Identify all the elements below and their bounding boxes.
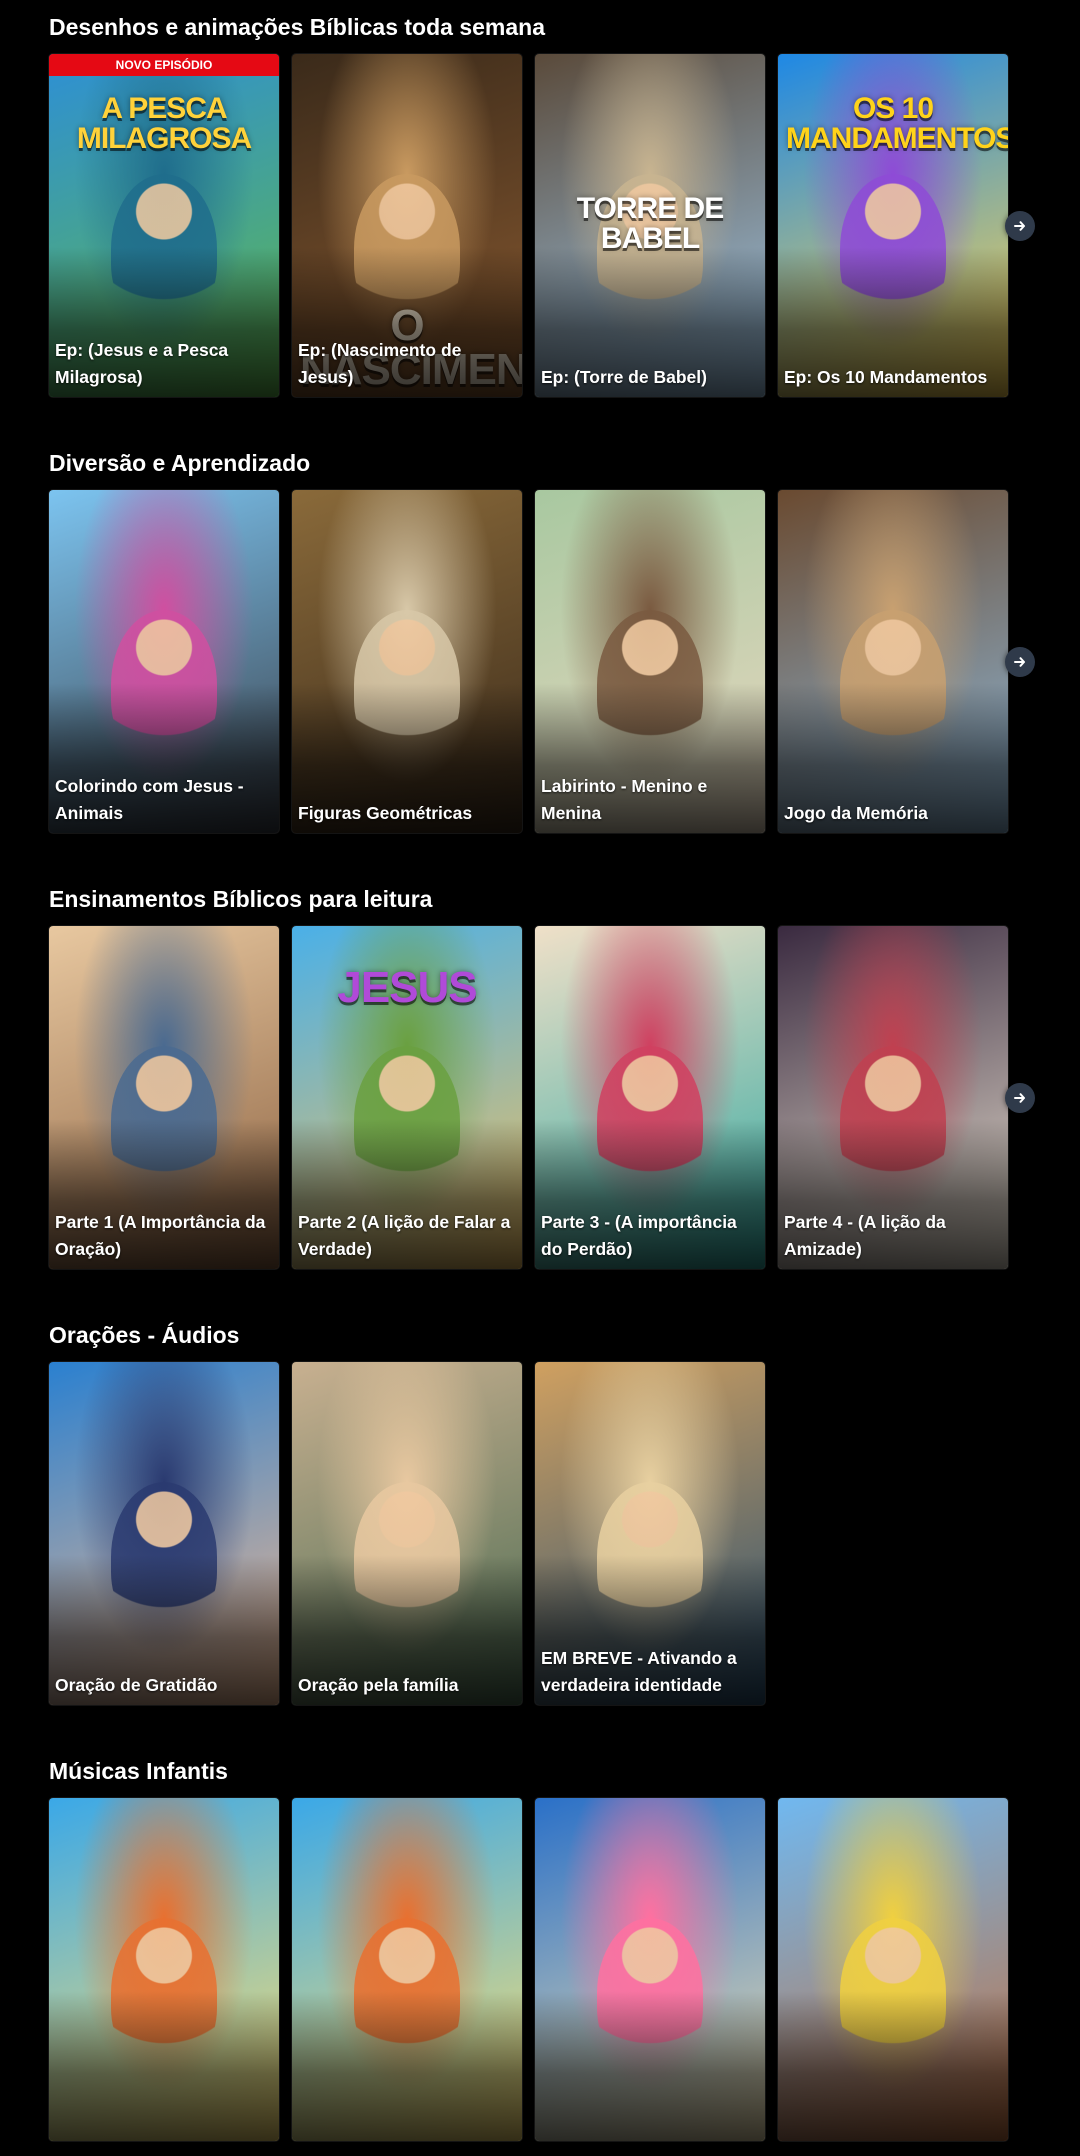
content-card[interactable]: Parte 3 - (A importância do Perdão) (535, 926, 765, 1269)
content-card[interactable]: EM BREVE - Ativando a verdadeira identid… (535, 1362, 765, 1705)
content-row-section: Ensinamentos Bíblicos para leitura Parte … (0, 884, 1080, 1284)
content-card[interactable]: Parte 1 (A Importância da Oração) (49, 926, 279, 1269)
arrow-right-icon (1014, 220, 1025, 231)
content-card[interactable]: Jogo da Memória (778, 490, 1008, 833)
carousel-next-button[interactable] (1005, 646, 1035, 677)
card-title: Ep: (Jesus e a Pesca Milagrosa) (55, 340, 229, 387)
content-card[interactable]: O NASCIMENTOEp: (Nascimento de Jesus) (292, 54, 522, 397)
content-card[interactable]: Parte 4 - (A lição da Amizade) (778, 926, 1008, 1269)
section-title: Ensinamentos Bíblicos para leitura (49, 886, 433, 912)
section-title: Desenhos e animações Bíblicas toda seman… (49, 14, 545, 40)
content-card[interactable]: JESUS Parte 2 (A lição de Falar a Verdade… (292, 926, 522, 1269)
content-row-section: Desenhos e animações Bíblicas toda seman… (0, 12, 1080, 412)
card-carousel: Oração de Gratidão Oração pela família EM … (49, 1362, 1049, 1705)
poster-title-art: JESUS (337, 963, 477, 1012)
carousel-next-button[interactable] (1005, 1082, 1035, 1113)
section-title: Músicas Infantis (49, 1758, 228, 1784)
card-carousel: NOVO EPISÓDIO A PESCA MILAGROSA Ep: (Jesus… (49, 54, 1049, 397)
poster-title-art: TORRE DE BABEL (576, 192, 724, 255)
card-title: Parte 1 (A Importância da Oração) (55, 1212, 266, 1259)
content-card[interactable]: Labirinto - Menino e Menina (535, 490, 765, 833)
poster-title-art: OS 10 MANDAMENTOS (786, 92, 1008, 155)
card-title: Jogo da Memória (784, 803, 928, 823)
content-card[interactable] (292, 1798, 522, 2141)
poster-title-art: A PESCA MILAGROSA (76, 92, 252, 155)
card-title: Labirinto - Menino e Menina (541, 776, 708, 823)
carousel-next-button[interactable] (1005, 210, 1035, 241)
card-title: Ep: (Nascimento de Jesus) (298, 340, 462, 387)
card-title: Figuras Geométricas (298, 803, 473, 823)
card-carousel: Parte 1 (A Importância da Oração) JESUS Pa… (49, 926, 1049, 1269)
content-card[interactable]: Colorindo com Jesus - Animais (49, 490, 279, 833)
content-row-section: Orações - Áudios Oração de Gratidão Oração… (0, 1320, 1080, 1720)
content-card[interactable]: Figuras Geométricas (292, 490, 522, 833)
card-gradient-overlay (49, 1991, 279, 2141)
arrow-right-icon (1014, 1092, 1025, 1103)
card-carousel (49, 1798, 1049, 2141)
content-card[interactable]: Oração de Gratidão (49, 1362, 279, 1705)
section-title: Orações - Áudios (49, 1322, 240, 1348)
card-gradient-overlay (778, 1991, 1008, 2141)
card-gradient-overlay (292, 1991, 522, 2141)
content-card[interactable]: OS 10 MANDAMENTOS Ep: Os 10 Mandamentos (778, 54, 1008, 397)
section-title: Diversão e Aprendizado (49, 450, 311, 476)
content-card[interactable]: Oração pela família (292, 1362, 522, 1705)
card-title: Colorindo com Jesus - Animais (55, 776, 244, 823)
content-card[interactable] (778, 1798, 1008, 2141)
card-title: Oração de Gratidão (55, 1675, 218, 1695)
card-carousel: Colorindo com Jesus - Animais Figuras Geo… (49, 490, 1049, 833)
content-row-section: Músicas Infantis (0, 1756, 1080, 2156)
card-title: Parte 2 (A lição de Falar a Verdade) (298, 1212, 511, 1259)
card-title: Parte 4 - (A lição da Amizade) (784, 1212, 946, 1259)
new-episode-badge: NOVO EPISÓDIO (49, 54, 279, 76)
card-title: Parte 3 - (A importância do Perdão) (541, 1212, 737, 1259)
arrow-right-icon (1014, 656, 1025, 667)
content-card[interactable]: NOVO EPISÓDIO A PESCA MILAGROSA Ep: (Jesus… (49, 54, 279, 397)
card-gradient-overlay (535, 1991, 765, 2141)
content-card[interactable]: TORRE DE BABEL Ep: (Torre de Babel) (535, 54, 765, 397)
card-title: EM BREVE - Ativando a verdadeira identid… (541, 1648, 737, 1695)
content-row-section: Diversão e Aprendizado Colorindo com Jesu… (0, 448, 1080, 848)
card-title: Ep: Os 10 Mandamentos (784, 367, 988, 387)
content-card[interactable] (535, 1798, 765, 2141)
content-card[interactable] (49, 1798, 279, 2141)
card-title: Oração pela família (298, 1675, 459, 1695)
card-title: Ep: (Torre de Babel) (541, 367, 707, 387)
